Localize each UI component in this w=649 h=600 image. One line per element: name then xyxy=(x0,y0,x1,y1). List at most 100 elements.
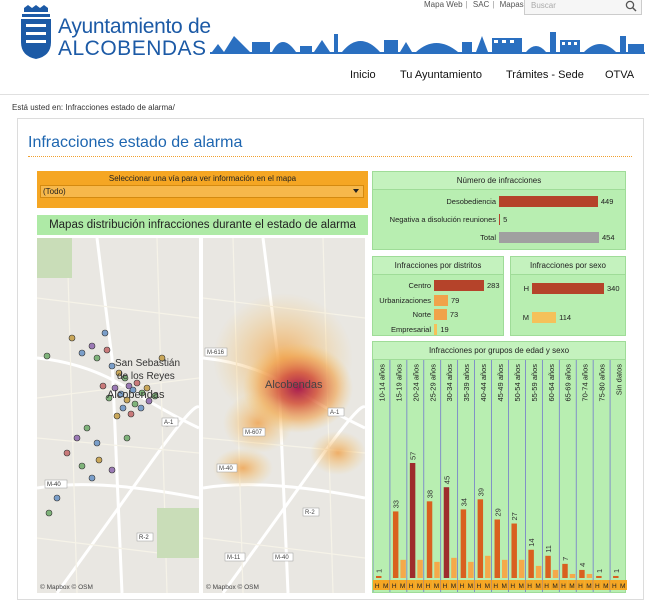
bar-value: 79 xyxy=(450,295,460,305)
bar-value: 27 xyxy=(510,512,519,520)
bar-M[interactable] xyxy=(569,573,576,578)
bar[interactable] xyxy=(434,309,447,320)
sex-label: M xyxy=(603,583,608,590)
panel-title: Número de infracciones xyxy=(373,172,625,190)
sex-label: H xyxy=(426,583,431,590)
panel-title: Infracciones por sexo xyxy=(511,257,625,275)
map-attribution[interactable]: © Mapbox © OSM xyxy=(40,584,93,591)
heatmap-map[interactable]: Alcobendas M-616 M-607 M-40 M-11 M-40 A-… xyxy=(203,238,365,593)
map-attribution[interactable]: © Mapbox © OSM xyxy=(206,584,259,591)
points-map[interactable]: San Sebastián de los Reyes Alcobendas M-… xyxy=(37,238,199,593)
bar-label: Negativa a disolución reuniones xyxy=(389,215,496,224)
road-label: M-40 xyxy=(219,466,233,472)
bar-value: 39 xyxy=(476,488,485,496)
bar-M[interactable] xyxy=(552,569,559,578)
bar-M[interactable] xyxy=(400,559,406,578)
site-header: Ayuntamiento de ALCOBENDAS Mapa Web | SAC… xyxy=(0,0,649,95)
bar-H[interactable] xyxy=(426,501,433,578)
bar-H[interactable] xyxy=(579,569,585,578)
bar-M[interactable] xyxy=(535,565,542,578)
age-group-label: 45-49 años xyxy=(496,364,505,402)
bar-value: 45 xyxy=(442,476,451,484)
sex-label: M xyxy=(586,583,591,590)
bar-label: Empresarial xyxy=(390,324,431,334)
nav-inicio[interactable]: Inicio xyxy=(350,69,376,81)
bar-M[interactable] xyxy=(468,561,474,578)
bar-M[interactable] xyxy=(586,573,593,578)
nav-otva[interactable]: OTVA xyxy=(605,69,634,81)
bar-label: Total xyxy=(480,233,496,242)
map-label-alcobendas: Alcobendas xyxy=(107,389,165,401)
bar-label: M xyxy=(522,313,529,322)
bar[interactable] xyxy=(434,294,448,306)
age-group-label: 20-24 años xyxy=(411,364,420,402)
sex-label: H xyxy=(392,583,397,590)
bar-H[interactable] xyxy=(596,575,602,578)
bar-H[interactable] xyxy=(545,555,551,578)
bar-H[interactable] xyxy=(409,463,416,578)
bar-M[interactable] xyxy=(518,559,525,578)
breadcrumb-prefix: Está usted en: xyxy=(12,103,64,112)
bar-H[interactable] xyxy=(494,519,500,578)
bar[interactable] xyxy=(434,323,438,335)
age-group-label: 15-19 años xyxy=(394,364,403,402)
chevron-down-icon[interactable] xyxy=(353,189,359,193)
bar-H[interactable] xyxy=(460,509,467,578)
bar[interactable] xyxy=(499,214,501,225)
bar-M[interactable] xyxy=(502,559,508,578)
search-placeholder: Buscar xyxy=(531,1,556,10)
bar-value: 57 xyxy=(409,452,418,460)
bar-value: 5 xyxy=(503,215,508,224)
bar-value: 340 xyxy=(607,284,620,293)
sex-label: M xyxy=(400,583,405,590)
bar-H[interactable] xyxy=(477,499,484,578)
nav-tu-ayuntamiento[interactable]: Tu Ayuntamiento xyxy=(400,69,482,81)
sex-label: H xyxy=(375,583,380,590)
alcobendas-logo-icon[interactable] xyxy=(16,4,56,60)
bar[interactable] xyxy=(499,196,598,207)
brand-line-2[interactable]: ALCOBENDAS xyxy=(58,37,207,61)
road-label: R-2 xyxy=(139,535,149,541)
bar[interactable] xyxy=(532,283,604,294)
sex-label: M xyxy=(502,583,507,590)
bar-value: 73 xyxy=(449,310,459,319)
bar-M[interactable] xyxy=(485,555,491,578)
bar-value: 34 xyxy=(459,498,468,506)
header-divider xyxy=(0,94,649,95)
panel-title: Infracciones por distritos xyxy=(373,257,503,275)
panel-numero-infracciones: Número de infracciones Desobediencia 449 N… xyxy=(372,171,626,250)
bar[interactable] xyxy=(499,232,599,243)
bar-H[interactable] xyxy=(392,511,399,578)
street-filter-dropdown[interactable]: (Todo) xyxy=(40,185,364,198)
panel-title: Infracciones por grupos de edad y sexo xyxy=(373,342,625,360)
nav-tramites-sede[interactable]: Trámites - Sede xyxy=(506,69,584,81)
street-filter-panel: Seleccionar una vía para ver información… xyxy=(37,171,368,208)
sex-label: H xyxy=(612,583,617,590)
map-label-de-los-reyes: de los Reyes xyxy=(117,371,175,382)
bar-M[interactable] xyxy=(417,559,423,578)
bar-H[interactable] xyxy=(528,549,534,578)
bar-H[interactable] xyxy=(613,575,619,578)
bar-M[interactable] xyxy=(434,561,440,578)
brand-line-1[interactable]: Ayuntamiento de xyxy=(58,15,211,39)
top-link-mapa-web[interactable]: Mapa Web xyxy=(424,0,463,9)
sex-label: M xyxy=(383,583,388,590)
search-icon[interactable] xyxy=(625,0,637,12)
title-divider xyxy=(28,156,632,157)
bar-value: 1 xyxy=(612,569,621,573)
road-label: M-40 xyxy=(47,482,61,488)
search-input[interactable]: Buscar xyxy=(524,0,642,15)
breadcrumb-current[interactable]: Infracciones estado de alarma xyxy=(65,103,172,112)
bar-label: Urbanizaciones xyxy=(379,295,431,305)
bar-M[interactable] xyxy=(451,557,457,578)
top-link-mapas[interactable]: Mapas xyxy=(500,0,524,9)
sex-label: H xyxy=(443,583,448,590)
bar-H[interactable] xyxy=(562,563,568,578)
bar-H[interactable] xyxy=(511,523,517,578)
bar[interactable] xyxy=(532,312,557,323)
bar-value: 33 xyxy=(392,500,401,508)
bar-H[interactable] xyxy=(443,487,450,578)
bar[interactable] xyxy=(434,280,484,291)
bar-H[interactable] xyxy=(376,575,382,578)
top-link-sac[interactable]: SAC xyxy=(473,0,489,9)
